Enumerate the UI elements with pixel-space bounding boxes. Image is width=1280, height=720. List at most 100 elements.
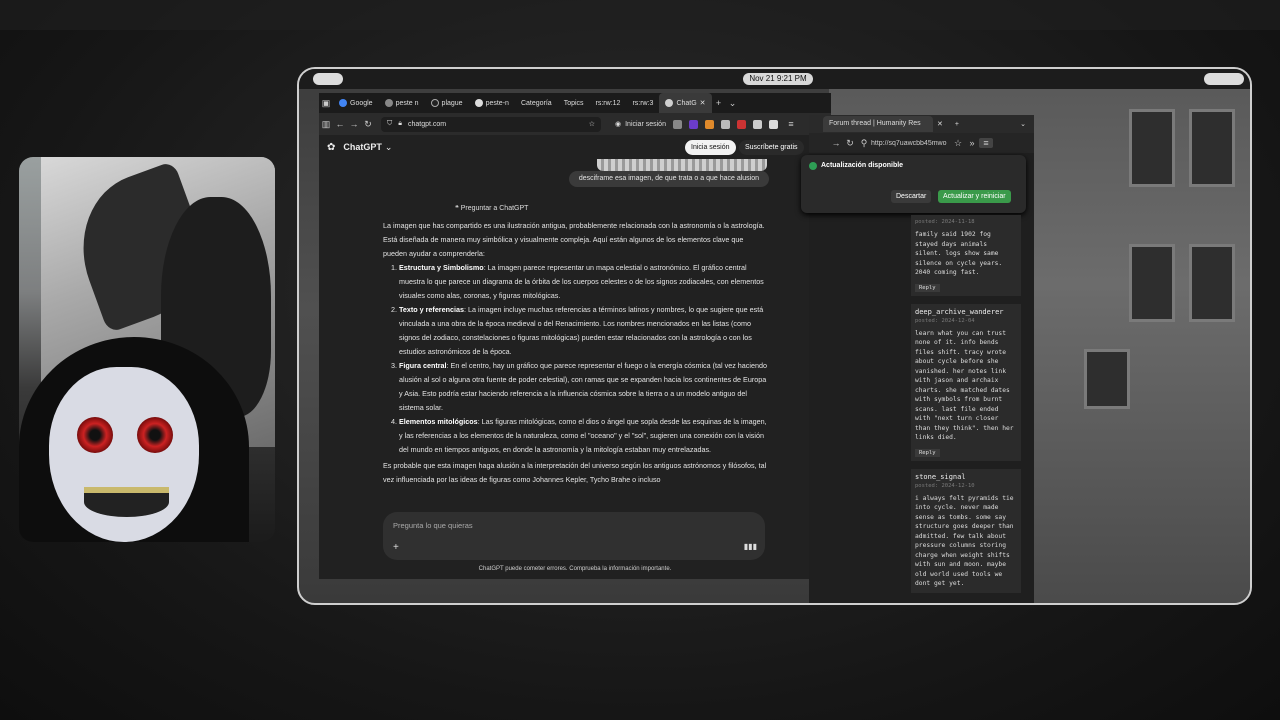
extension-icon[interactable]	[752, 119, 762, 129]
openai-logo-icon: ✿	[327, 141, 336, 153]
back-icon[interactable]: ←	[333, 119, 347, 129]
tab-peste-n[interactable]: peste-n	[469, 93, 515, 113]
ask-chatgpt-button[interactable]: ❝ Preguntar a ChatGPT	[455, 202, 528, 216]
building-window	[1189, 109, 1235, 187]
item-title: Elementos mitológicos	[399, 417, 478, 426]
tab-categoria[interactable]: Categoría	[515, 93, 558, 113]
tab-rsrw12[interactable]: rs:rw:12	[590, 93, 627, 113]
tab-topics[interactable]: Topics	[558, 93, 590, 113]
tab-label: rs:rw:3	[632, 99, 654, 107]
tab-rsrw3[interactable]: rs:rw:3	[626, 93, 659, 113]
chevron-down-icon[interactable]: ⌄	[1020, 120, 1026, 128]
url-text: chatgpt.com	[407, 120, 447, 128]
response-outro: Es probable que esta imagen haga alusión…	[383, 461, 767, 484]
new-tab-icon[interactable]: +	[955, 121, 959, 128]
update-notification: Actualización disponible Descartar Actua…	[801, 155, 1026, 213]
tab-label: Forum thread | Humanity Res	[829, 120, 921, 127]
tor-icon: ⚲	[860, 137, 868, 148]
ask-label: Preguntar a ChatGPT	[460, 205, 529, 212]
post-username[interactable]: deep_archive_wanderer	[915, 308, 1017, 316]
desktop-capture: Nov 21 9:21 PM ▣ Google peste n plague p…	[297, 67, 1252, 605]
forward-icon[interactable]: →	[347, 119, 361, 129]
tab-chatgpt[interactable]: ChatG ✕	[659, 93, 712, 113]
item-title: Texto y referencias	[399, 305, 464, 314]
post-date: posted: 2024-11-18	[915, 219, 975, 225]
tab-label: ChatG	[676, 99, 697, 107]
response-list: Estructura y Simbolismo: La imagen parec…	[399, 261, 769, 457]
list-item: Texto y referencias: La imagen incluye m…	[399, 303, 769, 359]
tab-plague[interactable]: plague	[425, 93, 469, 113]
webcam-overlay	[19, 157, 275, 542]
assistant-response: La imagen que has compartido es una ilus…	[383, 219, 769, 487]
signup-button[interactable]: Suscríbete gratis	[739, 140, 804, 155]
close-icon[interactable]: ✕	[700, 99, 706, 107]
item-text: : En el centro, hay un gráfico que parec…	[399, 361, 767, 412]
bookmark-star-icon[interactable]: ☆	[589, 120, 595, 128]
message-composer[interactable]: Pregunta lo que quieras + ▮▮▮	[383, 512, 765, 560]
item-title: Estructura y Simbolismo	[399, 263, 484, 272]
account-login-button[interactable]: ◉ Iniciar sesión	[615, 120, 666, 129]
system-topbar: Nov 21 9:21 PM	[299, 69, 1250, 89]
mask-eye-right	[137, 417, 173, 453]
update-restart-button[interactable]: Actualizar y reiniciar	[938, 190, 1011, 203]
reload-icon[interactable]: ↻	[843, 138, 857, 149]
login-label: Iniciar sesión	[625, 120, 666, 128]
workspace-indicator[interactable]	[313, 73, 343, 85]
close-icon[interactable]: ✕	[937, 120, 943, 128]
account-icon: ◉	[615, 121, 622, 128]
extension-icon[interactable]	[704, 119, 714, 129]
overflow-icon[interactable]: »	[965, 138, 979, 148]
globe-icon	[384, 99, 393, 107]
composer-input[interactable]: Pregunta lo que quieras	[393, 521, 473, 530]
menu-icon[interactable]: ≡	[979, 138, 993, 148]
second-url-text[interactable]: http://sq7uawcbb45mwo	[871, 140, 951, 147]
list-item: Elementos mitológicos: Las figuras mitol…	[399, 415, 769, 457]
tab-list-icon[interactable]: ▣	[319, 98, 333, 109]
tab-google[interactable]: Google	[333, 93, 379, 113]
chat-conversation: desciframe esa imagen, de que trata o a …	[383, 159, 769, 514]
voice-mode-icon[interactable]: ▮▮▮	[744, 542, 757, 551]
post-username[interactable]: stone_signal	[915, 473, 1017, 481]
google-icon	[339, 99, 347, 107]
disclaimer-text: ChatGPT puede cometer errores. Comprueba…	[478, 566, 672, 572]
lock-icon: 🔒︎	[398, 120, 402, 127]
list-item: Figura central: En el centro, hay un grá…	[399, 359, 769, 415]
tab-label: peste n	[395, 99, 419, 107]
extension-icon[interactable]	[720, 119, 730, 129]
reply-button[interactable]: Reply	[915, 283, 940, 292]
user-message: desciframe esa imagen, de que trata o a …	[568, 171, 769, 187]
tab-peste[interactable]: peste n	[379, 93, 425, 113]
menu-icon[interactable]: ≡	[784, 119, 798, 129]
url-bar[interactable]: ⛉ 🔒︎ chatgpt.com ☆	[381, 116, 601, 132]
update-title: Actualización disponible	[821, 162, 904, 169]
tab-forum-thread[interactable]: Forum thread | Humanity Res	[823, 116, 933, 132]
reload-icon[interactable]: ↻	[361, 119, 375, 130]
forward-icon[interactable]: →	[829, 138, 843, 148]
login-button[interactable]: Inicia sesión	[685, 140, 736, 155]
bookmark-star-icon[interactable]: ☆	[951, 138, 965, 149]
post-date: posted: 2024-12-10	[915, 482, 975, 489]
model-selector[interactable]: ChatGPT	[343, 142, 382, 152]
list-item: Estructura y Simbolismo: La imagen parec…	[399, 261, 769, 303]
new-tab-icon[interactable]: +	[712, 98, 726, 108]
add-attachment-icon[interactable]: +	[393, 542, 399, 553]
page-icon	[430, 99, 439, 107]
mask-eye-left	[77, 417, 113, 453]
forum-post: posted: 2024-11-18 family said 1902 fog …	[911, 215, 1021, 296]
sidebar-icon[interactable]: ▥	[319, 119, 333, 130]
chevron-down-icon[interactable]: ⌄	[385, 142, 393, 153]
uploaded-image-thumbnail[interactable]	[597, 159, 767, 171]
mask-smile	[84, 487, 169, 517]
update-available-icon	[809, 162, 817, 170]
extension-icon[interactable]	[768, 119, 778, 129]
chevron-down-icon[interactable]: ⌄	[726, 98, 740, 109]
building-window	[1189, 244, 1235, 322]
extension-icon[interactable]	[736, 119, 746, 129]
extension-icon[interactable]	[672, 119, 682, 129]
tab-label: rs:rw:12	[595, 99, 621, 107]
dismiss-button[interactable]: Descartar	[891, 190, 932, 203]
reply-button[interactable]: Reply	[915, 448, 940, 457]
system-tray[interactable]	[1204, 73, 1244, 85]
extension-icon[interactable]	[688, 119, 698, 129]
system-clock[interactable]: Nov 21 9:21 PM	[743, 73, 813, 85]
